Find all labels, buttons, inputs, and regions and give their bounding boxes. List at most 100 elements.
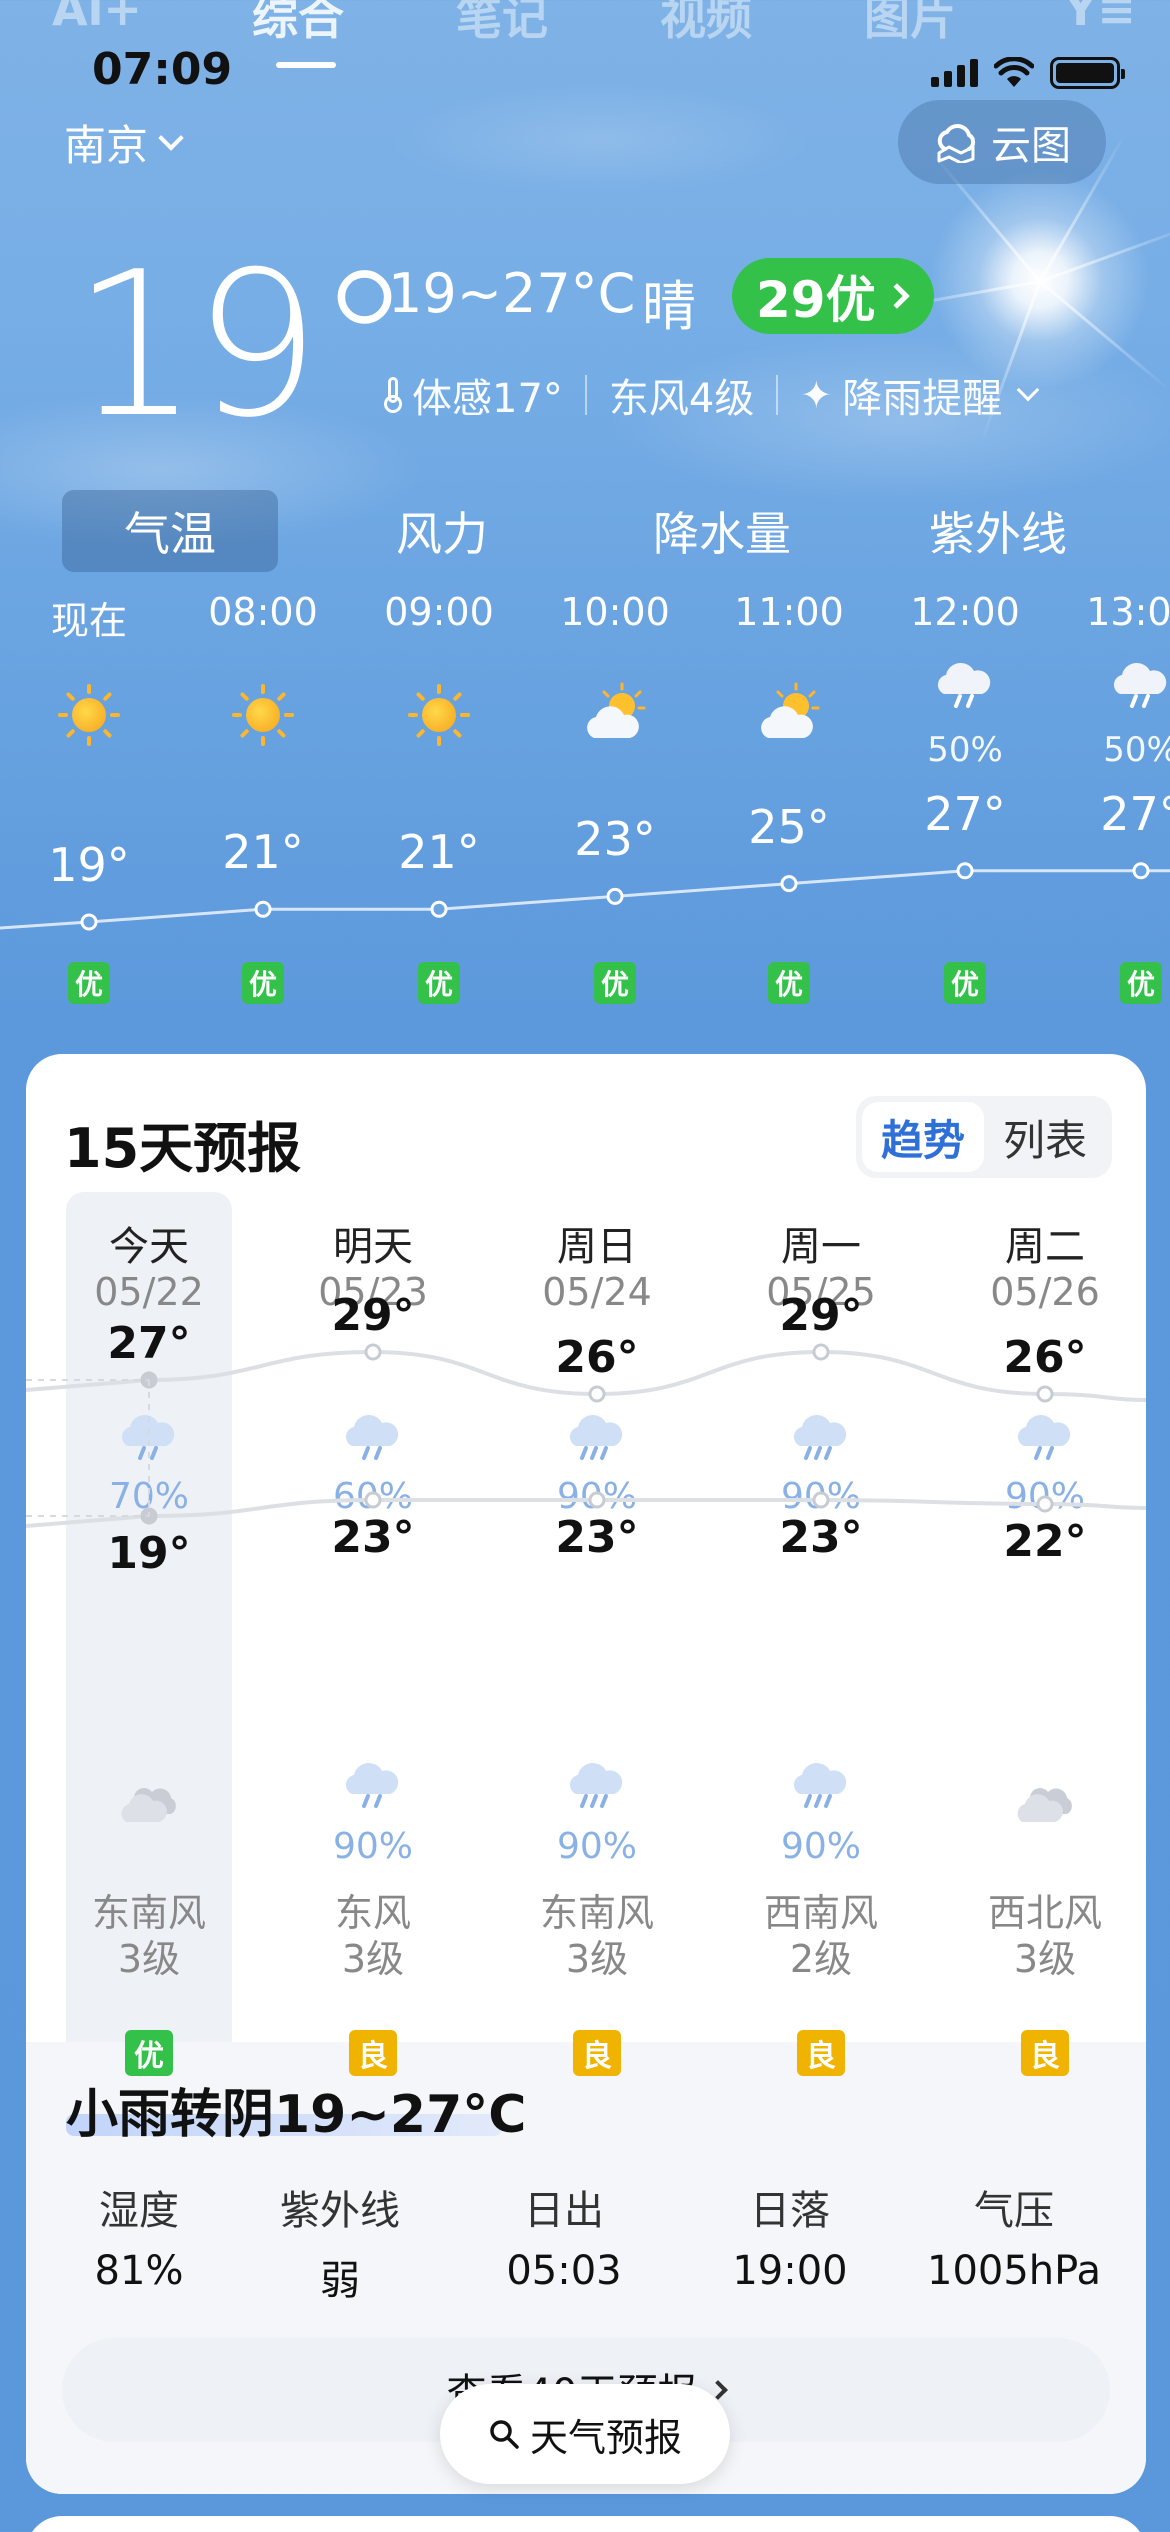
night-precip-chance: 90% xyxy=(332,1826,413,1867)
wind-level: 3级 xyxy=(565,1937,629,1981)
tab-uv[interactable]: 紫外线 xyxy=(888,490,1108,572)
stat-pressure: 气压 1005hPa xyxy=(904,2178,1124,2294)
daily-high-line-point xyxy=(588,1385,606,1403)
city-name: 南京 xyxy=(64,121,149,170)
hour-aqi-badge: 优 xyxy=(944,962,986,1004)
daily-high-line-point xyxy=(1036,1385,1054,1403)
top-nav-item[interactable]: 视频 xyxy=(660,0,752,48)
day-wind: 东南风 3级 xyxy=(49,1890,249,1982)
stat-label: 气压 xyxy=(974,2188,1054,2234)
chevron-down-icon xyxy=(1016,378,1040,402)
top-nav-underline xyxy=(276,62,336,68)
wifi-icon xyxy=(994,57,1034,87)
city-selector[interactable]: 南京 xyxy=(64,112,184,173)
hour-temperature: 27° xyxy=(1100,786,1170,841)
divider xyxy=(776,375,779,415)
daily-low-line-point xyxy=(588,1491,606,1509)
day-aqi-badge: 优 xyxy=(125,2030,173,2076)
hour-aqi-badge: 优 xyxy=(1120,962,1162,1004)
wind-direction: 东南风 xyxy=(91,1891,206,1935)
hourly-item: 12:00 50% 27° 优 xyxy=(890,590,1040,1020)
metric-tabs: 气温 风力 降水量 紫外线 xyxy=(62,490,1112,572)
aqi-value: 29优 xyxy=(756,271,876,329)
sun-rays xyxy=(872,133,1170,442)
day-wind: 西北风 3级 xyxy=(945,1890,1145,1982)
wind-level: 3级 xyxy=(117,1937,181,1981)
day-wind: 东风 3级 xyxy=(273,1890,473,1982)
tab-label: 紫外线 xyxy=(929,507,1067,561)
top-nav-item[interactable]: Y≡ xyxy=(1064,0,1136,36)
sun-icon xyxy=(404,680,474,750)
hour-temperature: 19° xyxy=(48,838,130,892)
hourly-item: 08:00 21° 优 xyxy=(188,590,338,1020)
hour-aqi-badge: 优 xyxy=(594,962,636,1004)
hourly-item: 10:00 23° 优 xyxy=(540,590,690,1020)
cloud-map-button[interactable]: 云图 xyxy=(898,100,1106,184)
day-summary: 小雨转阴19~27°C xyxy=(66,2085,527,2145)
day-wind: 西南风 2级 xyxy=(721,1890,921,1982)
stat-value: 81% xyxy=(94,2248,184,2294)
sun-icon xyxy=(228,680,298,750)
light-rain-icon xyxy=(338,1750,408,1810)
daily-high-line xyxy=(26,1349,1146,1402)
tab-label: 气温 xyxy=(124,507,216,561)
stat-sunrise: 日出 05:03 xyxy=(454,2178,674,2294)
stat-uv: 紫外线 弱 xyxy=(230,2178,450,2306)
daily-high-line-point xyxy=(364,1343,382,1361)
day-aqi-badge: 良 xyxy=(349,2030,397,2076)
current-temperature: 19° xyxy=(72,229,414,462)
top-nav-item-active[interactable]: 综合 xyxy=(252,0,344,48)
wind-direction: 西北风 xyxy=(987,1891,1102,1935)
stat-label: 日落 xyxy=(750,2188,830,2234)
tab-label: 降水量 xyxy=(653,507,791,561)
stat-sunset: 日落 19:00 xyxy=(680,2178,900,2294)
top-nav: Ai+ 综合 笔记 视频 图片 Y≡ xyxy=(0,0,1170,50)
hour-time: 11:00 xyxy=(734,590,844,634)
cloudy-icon xyxy=(114,1774,184,1834)
aqi-badge[interactable]: 29优 xyxy=(732,258,934,334)
wind-direction: 东风 xyxy=(334,1891,411,1935)
hour-temperature: 21° xyxy=(398,825,480,880)
day-aqi-badge: 良 xyxy=(573,2030,621,2076)
daily-trend-lines xyxy=(26,1343,1146,1528)
partly-cloudy-icon xyxy=(580,680,650,750)
sparkle-icon: ✦ xyxy=(800,373,833,417)
stat-label: 日出 xyxy=(524,2188,604,2234)
cloud-map-icon xyxy=(937,124,976,163)
top-nav-item[interactable]: 笔记 xyxy=(456,0,548,48)
stat-value: 05:03 xyxy=(506,2248,622,2294)
tab-label: 风力 xyxy=(396,507,488,561)
stat-label: 湿度 xyxy=(99,2188,179,2234)
stat-value: 1005hPa xyxy=(927,2248,1101,2294)
tab-temperature[interactable]: 气温 xyxy=(62,490,278,572)
rain-cloud-icon xyxy=(930,650,1000,720)
feels-like: 体感17° xyxy=(412,376,563,422)
cloudy-icon xyxy=(1010,1774,1080,1834)
wind-level: 3级 xyxy=(1013,1937,1077,1981)
weather-search-pill[interactable]: 天气预报 xyxy=(440,2384,730,2484)
chevron-right-icon xyxy=(883,283,910,309)
daily-low-line-point xyxy=(812,1491,830,1509)
forecast-card: 15天预报 趋势 列表 今天 05/22 70% 27° 19° 东南风 3级优明天 05/2… xyxy=(26,1054,1146,2494)
daily-low-line-point xyxy=(364,1491,382,1509)
hour-time: 现在 xyxy=(50,599,127,643)
divider xyxy=(584,375,587,415)
wind-direction: 西南风 xyxy=(763,1891,878,1935)
top-nav-item[interactable]: 图片 xyxy=(864,0,956,48)
day-wind: 东南风 3级 xyxy=(497,1890,697,1982)
hour-time: 13:00 xyxy=(1086,590,1170,634)
top-nav-item[interactable]: Ai+ xyxy=(52,0,142,36)
hour-aqi-badge: 优 xyxy=(242,962,284,1004)
hour-temperature: 23° xyxy=(574,812,656,867)
rain-alert-toggle[interactable]: ✦ 降雨提醒 xyxy=(800,366,1040,424)
hourly-forecast[interactable]: 现在 19° 优 08:00 21° 优 09:00 21° 优 10:00 23° 优 11:00 25… xyxy=(0,590,1170,1020)
thermometer-icon xyxy=(384,377,402,413)
hour-temperature: 25° xyxy=(748,799,830,854)
hour-aqi-badge: 优 xyxy=(68,962,110,1004)
rain-alert-label: 降雨提醒 xyxy=(842,376,1003,422)
moderate-rain-icon xyxy=(786,1750,856,1810)
chevron-down-icon xyxy=(158,124,184,151)
tab-precipitation[interactable]: 降水量 xyxy=(612,490,832,572)
tab-wind[interactable]: 风力 xyxy=(352,490,532,572)
hour-time: 08:00 xyxy=(208,590,318,634)
